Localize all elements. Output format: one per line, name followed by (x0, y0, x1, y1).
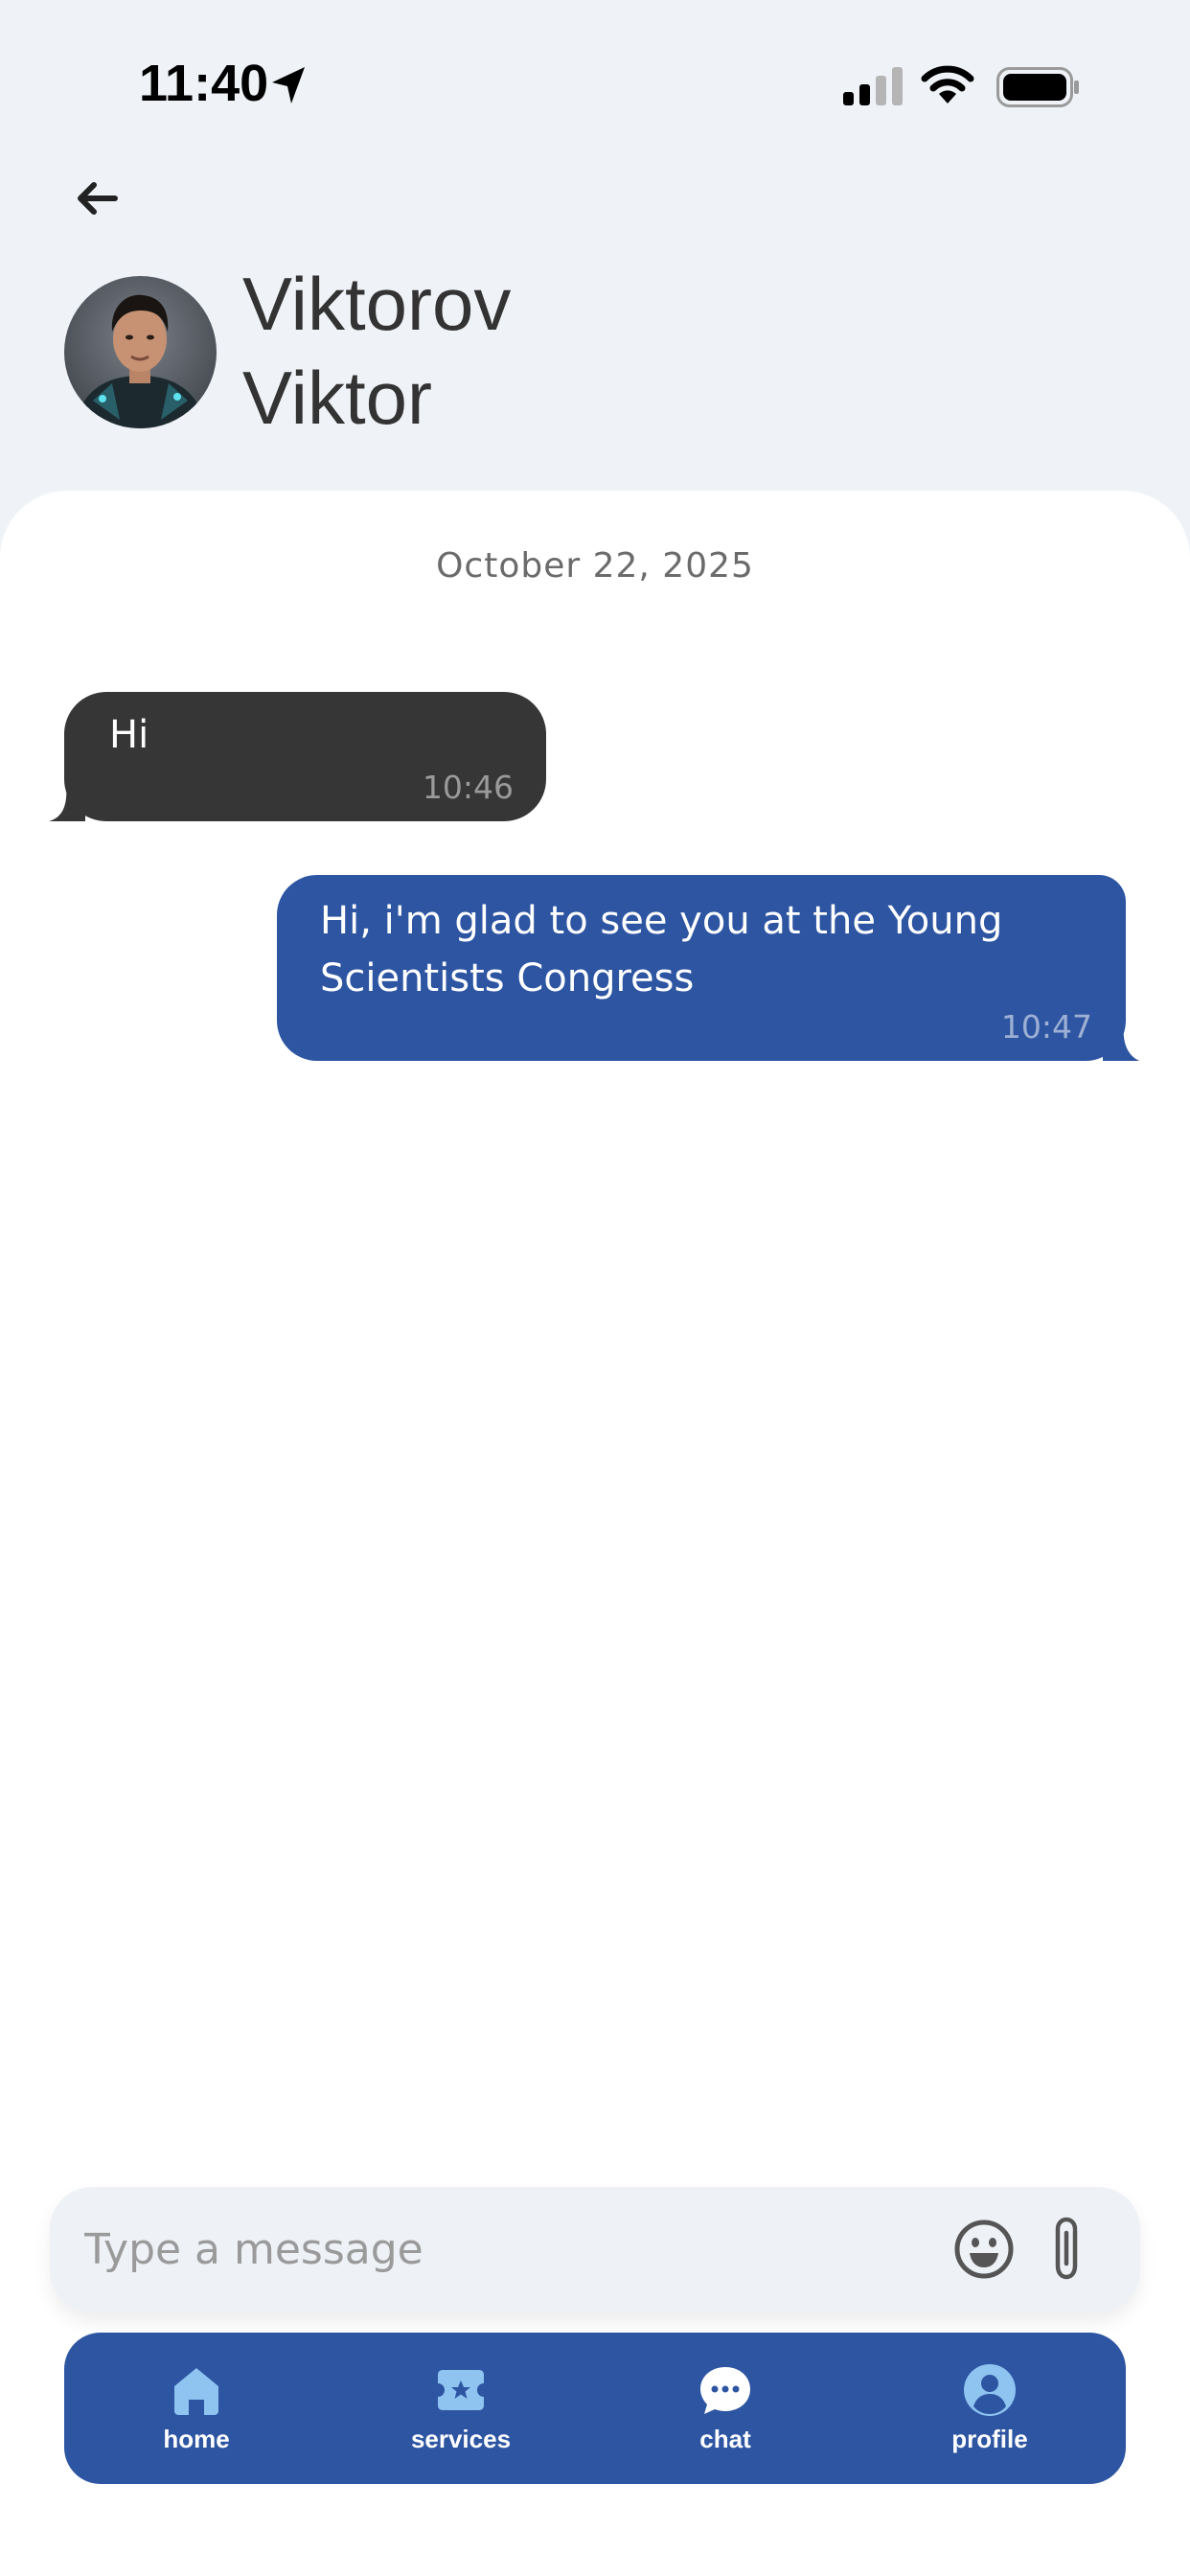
arrow-left-icon (78, 182, 118, 215)
paperclip-icon (1055, 2217, 1078, 2280)
chat-bubble-icon (700, 2367, 750, 2414)
cellular-signal-icon (843, 67, 903, 105)
message-text: Hi, i'm glad to see you at the Young Sci… (320, 899, 1003, 1000)
contact-first-name: Viktor (242, 356, 432, 440)
message-time: 10:47 (1000, 1008, 1092, 1046)
status-bar: 11:40 (0, 0, 1190, 172)
bottom-tab-bar: home services chat profile (64, 2333, 1126, 2484)
home-icon (174, 2368, 218, 2415)
tab-chat[interactable]: chat (629, 2333, 821, 2484)
bubble-tail (1103, 1023, 1139, 1061)
message-time: 10:46 (422, 769, 514, 806)
contact-avatar[interactable] (64, 276, 217, 428)
message-composer (50, 2187, 1140, 2312)
emoji-button[interactable] (952, 2218, 1016, 2281)
tab-services[interactable]: services (365, 2333, 557, 2484)
message-bubble-outgoing[interactable]: Hi, i'm glad to see you at the Young Sci… (277, 875, 1139, 1061)
contact-name: Viktorov Viktor (242, 257, 511, 445)
message-text: Hi (109, 713, 149, 757)
tab-label: profile (951, 2425, 1028, 2453)
date-separator: October 22, 2025 (436, 546, 754, 586)
back-button[interactable] (71, 172, 128, 224)
message-bubble-incoming[interactable]: Hi 10:46 (49, 692, 546, 821)
contact-last-name: Viktorov (242, 262, 512, 346)
message-input[interactable] (84, 2214, 927, 2285)
status-time: 11:40 (139, 55, 269, 112)
tab-label: home (163, 2425, 230, 2453)
battery-icon (996, 67, 1079, 107)
attach-button[interactable] (1042, 2214, 1092, 2285)
user-circle-icon (964, 2364, 1016, 2416)
smiley-icon (954, 2220, 1014, 2279)
ticket-star-icon (438, 2370, 484, 2410)
tab-label: services (410, 2425, 512, 2453)
tab-label: chat (699, 2425, 751, 2453)
wifi-icon (921, 65, 974, 104)
tab-home[interactable]: home (101, 2333, 292, 2484)
tab-profile[interactable]: profile (894, 2333, 1086, 2484)
bubble-tail (49, 783, 85, 821)
location-arrow-icon (272, 67, 305, 104)
